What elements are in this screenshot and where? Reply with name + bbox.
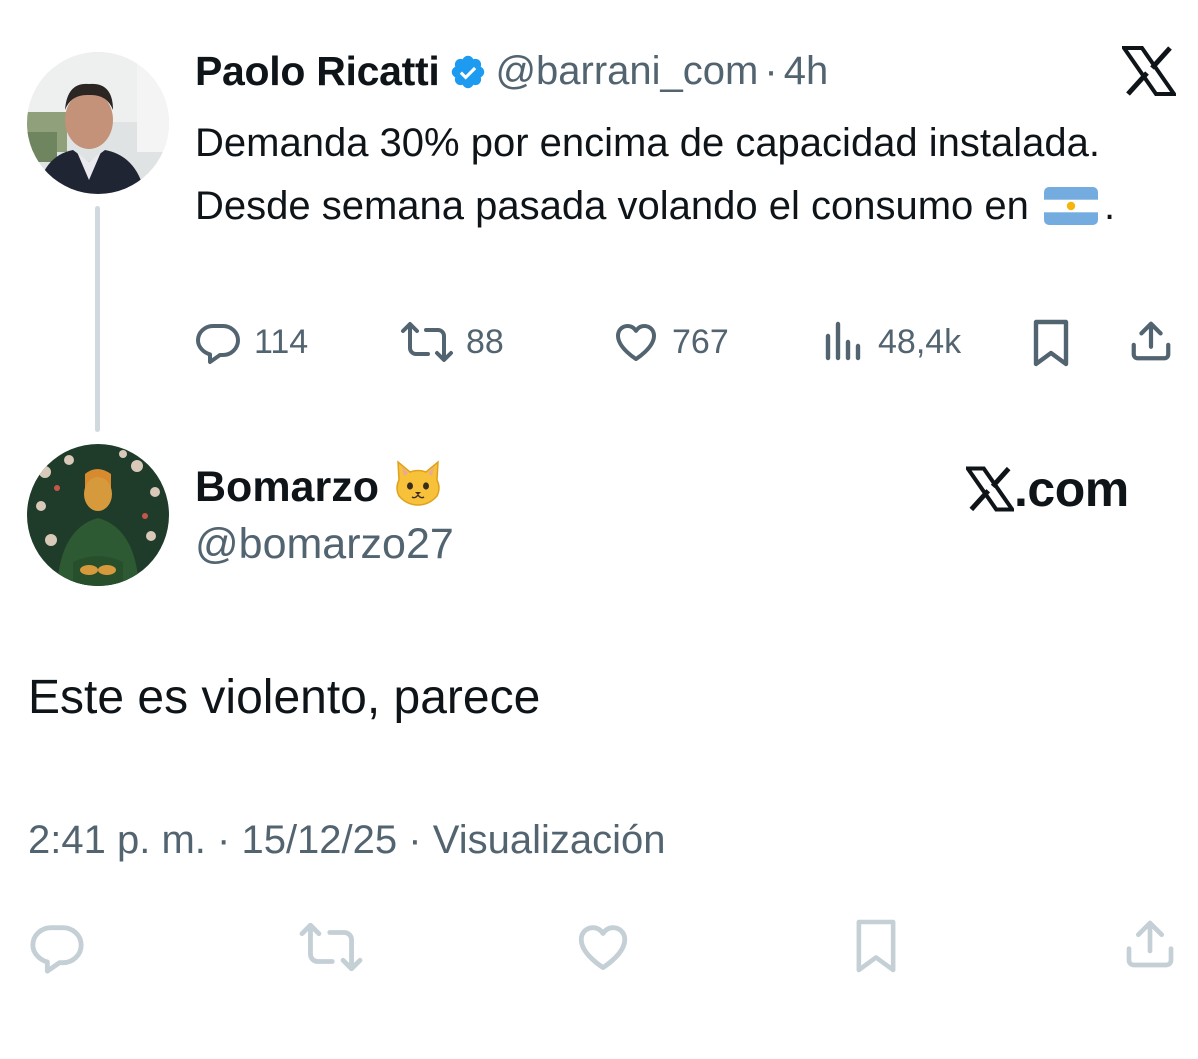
reply-icon xyxy=(196,324,240,364)
separator-dot: · xyxy=(764,49,778,93)
repost-icon xyxy=(401,322,453,362)
views-label[interactable]: Visualización xyxy=(433,818,666,862)
views-button[interactable]: 48,4k xyxy=(822,318,961,366)
tweet-body: Demanda 30% por encima de capacidad inst… xyxy=(195,121,1101,228)
repost-button[interactable] xyxy=(298,918,364,976)
argentina-flag-icon xyxy=(1044,181,1099,244)
bookmark-icon xyxy=(856,919,896,973)
watermark-text: .com xyxy=(1014,461,1129,517)
reply-icon xyxy=(30,925,84,974)
bookmark-button[interactable] xyxy=(852,916,900,976)
like-button[interactable]: 767 xyxy=(612,318,729,366)
share-icon xyxy=(1131,321,1171,361)
separator-dot: · xyxy=(408,818,422,862)
separator-dot: · xyxy=(217,818,231,862)
avatar-paolo-ricatti[interactable] xyxy=(27,52,169,194)
watermark-x-com: .com xyxy=(966,460,1129,518)
reply-button[interactable]: 114 xyxy=(194,318,308,366)
share-button[interactable] xyxy=(1128,318,1174,364)
quoted-tweet-header: Paolo Ricatti @barrani_com · 4h xyxy=(195,48,828,95)
bookmark-button[interactable] xyxy=(1030,318,1072,368)
repost-count: 88 xyxy=(466,322,504,361)
reply-tweet-text: Este es violento, parece xyxy=(28,671,541,724)
author-handle[interactable]: @barrani_com xyxy=(495,49,758,94)
share-icon xyxy=(1126,920,1174,968)
quoted-tweet-text: Demanda 30% por encima de capacidad inst… xyxy=(195,112,1155,244)
tweet-metadata: 2:41 p. m. · 15/12/25 · Visualización xyxy=(28,818,665,863)
avatar-bomarzo[interactable] xyxy=(27,444,169,586)
author-name[interactable]: Paolo Ricatti xyxy=(195,48,440,95)
views-count: 48,4k xyxy=(878,322,962,361)
thread-line xyxy=(95,206,100,432)
reply-count: 114 xyxy=(254,322,309,361)
tweet-time[interactable]: 4h xyxy=(784,49,829,94)
tweet-date[interactable]: 15/12/25 xyxy=(241,818,397,862)
reply-author-name-row: Bomarzo xyxy=(195,458,443,517)
repost-button[interactable]: 88 xyxy=(400,318,504,366)
author-name[interactable]: Bomarzo xyxy=(195,463,379,512)
x-logo-icon xyxy=(966,466,1014,512)
like-count: 767 xyxy=(672,322,729,361)
tweet-time[interactable]: 2:41 p. m. xyxy=(28,818,206,862)
x-logo-icon[interactable] xyxy=(1120,46,1178,96)
verified-badge-icon[interactable] xyxy=(449,53,487,91)
heart-icon xyxy=(616,324,656,361)
author-handle[interactable]: @bomarzo27 xyxy=(195,520,454,569)
heart-icon xyxy=(578,925,628,970)
share-button[interactable] xyxy=(1122,916,1178,972)
repost-icon xyxy=(299,922,363,972)
views-icon xyxy=(825,321,861,361)
cat-face-icon xyxy=(393,458,443,517)
bookmark-icon xyxy=(1033,319,1069,367)
reply-button[interactable] xyxy=(28,918,86,976)
tweet-body-end: . xyxy=(1104,184,1116,228)
like-button[interactable] xyxy=(574,918,632,976)
